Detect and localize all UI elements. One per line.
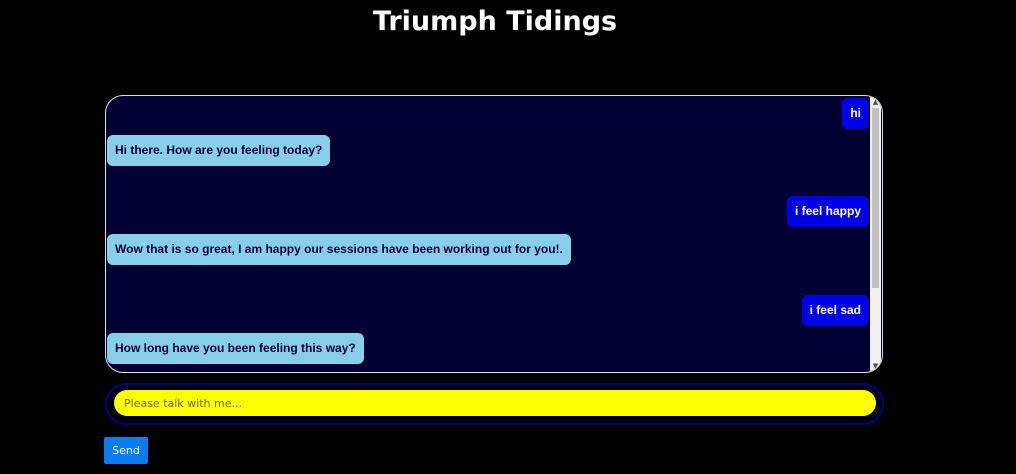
chat-scrollbar[interactable]: ▲ ▼ <box>870 97 881 371</box>
chat-message-user: i feel happy <box>786 196 869 227</box>
page: Triumph Tidings hi Hi there. How are you… <box>0 0 1016 474</box>
chat-message-bot: How long have you been feeling this way? <box>107 333 364 364</box>
send-button[interactable]: Send <box>104 437 148 464</box>
scroll-up-arrow-icon[interactable]: ▲ <box>870 97 881 107</box>
scrollbar-thumb[interactable] <box>872 108 879 288</box>
chat-message-bot: Wow that is so great, I am happy our ses… <box>107 234 571 265</box>
chat-message-bot: Hi there. How are you feeling today? <box>107 135 331 166</box>
chat-message-user: hi <box>842 98 869 129</box>
message-input[interactable] <box>114 390 876 416</box>
message-input-container <box>105 383 884 425</box>
scroll-down-arrow-icon[interactable]: ▼ <box>870 361 881 371</box>
chat-window[interactable]: hi Hi there. How are you feeling today? … <box>105 95 883 373</box>
chat-message-user: i feel sad <box>801 295 869 326</box>
page-title: Triumph Tidings <box>372 6 618 37</box>
